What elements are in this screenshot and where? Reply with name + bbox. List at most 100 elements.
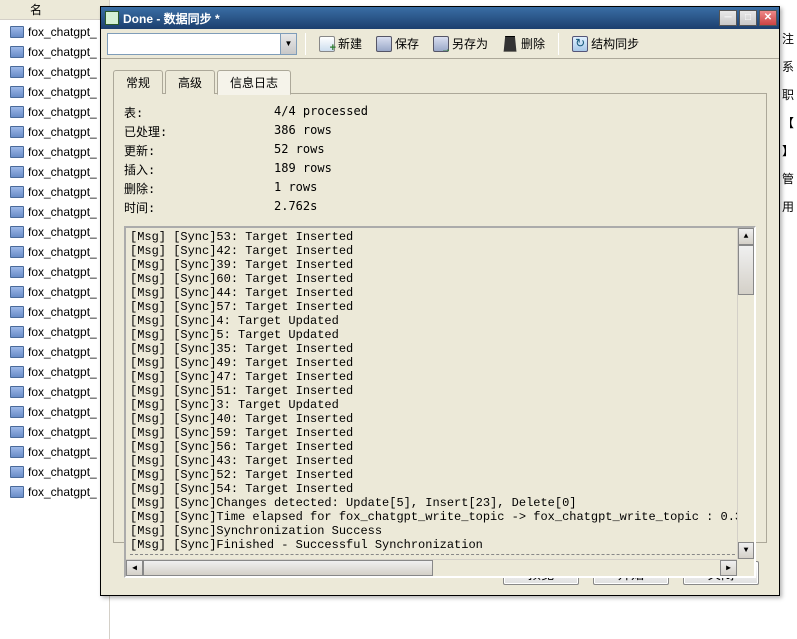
tab-general[interactable]: 常规 bbox=[113, 70, 163, 94]
log-content: [Msg] [Sync]53: Target Inserted [Msg] [S… bbox=[126, 228, 754, 559]
tree-header-name[interactable]: 名 bbox=[0, 0, 109, 20]
table-icon bbox=[10, 146, 24, 158]
tab-content-log: 表: 4/4 processed 已处理: 386 rows 更新: 52 ro… bbox=[113, 93, 767, 543]
stat-label-updated: 更新: bbox=[124, 142, 274, 159]
table-row[interactable]: fox_chatgpt_ bbox=[0, 302, 109, 322]
save-button[interactable]: 保存 bbox=[371, 32, 424, 55]
table-row[interactable]: fox_chatgpt_ bbox=[0, 382, 109, 402]
table-icon bbox=[10, 126, 24, 138]
toolbar: ▼ 新建 保存 另存为 删除 结构同步 bbox=[101, 29, 779, 59]
table-icon bbox=[10, 406, 24, 418]
table-icon bbox=[10, 366, 24, 378]
table-icon bbox=[10, 86, 24, 98]
profile-dropdown-text bbox=[108, 34, 280, 54]
table-icon bbox=[10, 166, 24, 178]
table-tree-panel: 名 fox_chatgpt_fox_chatgpt_fox_chatgpt_fo… bbox=[0, 0, 110, 639]
new-icon bbox=[319, 36, 335, 52]
titlebar[interactable]: Done - 数据同步 * ─ □ ✕ bbox=[101, 7, 779, 29]
table-row[interactable]: fox_chatgpt_ bbox=[0, 242, 109, 262]
profile-dropdown[interactable]: ▼ bbox=[107, 33, 297, 55]
table-row[interactable]: fox_chatgpt_ bbox=[0, 462, 109, 482]
table-icon bbox=[10, 26, 24, 38]
chevron-down-icon[interactable]: ▼ bbox=[280, 34, 296, 54]
scroll-corner bbox=[737, 559, 754, 576]
stat-value-processed: 386 rows bbox=[274, 123, 756, 140]
stat-label-table: 表: bbox=[124, 104, 274, 121]
table-row[interactable]: fox_chatgpt_ bbox=[0, 42, 109, 62]
table-row[interactable]: fox_chatgpt_ bbox=[0, 182, 109, 202]
table-row[interactable]: fox_chatgpt_ bbox=[0, 122, 109, 142]
table-row[interactable]: fox_chatgpt_ bbox=[0, 162, 109, 182]
table-icon bbox=[10, 266, 24, 278]
save-as-button[interactable]: 另存为 bbox=[428, 32, 493, 55]
table-row[interactable]: fox_chatgpt_ bbox=[0, 142, 109, 162]
table-icon bbox=[10, 46, 24, 58]
table-row[interactable]: fox_chatgpt_ bbox=[0, 442, 109, 462]
stat-value-updated: 52 rows bbox=[274, 142, 756, 159]
table-row[interactable]: fox_chatgpt_ bbox=[0, 62, 109, 82]
table-icon bbox=[10, 186, 24, 198]
save-as-icon bbox=[433, 36, 449, 52]
table-row[interactable]: fox_chatgpt_ bbox=[0, 202, 109, 222]
new-button[interactable]: 新建 bbox=[314, 32, 367, 55]
table-icon bbox=[10, 426, 24, 438]
table-icon bbox=[10, 106, 24, 118]
vscroll-thumb[interactable] bbox=[738, 245, 754, 295]
table-row[interactable]: fox_chatgpt_ bbox=[0, 322, 109, 342]
stats-grid: 表: 4/4 processed 已处理: 386 rows 更新: 52 ro… bbox=[124, 104, 756, 216]
table-icon bbox=[10, 66, 24, 78]
table-icon bbox=[10, 386, 24, 398]
stat-value-deleted: 1 rows bbox=[274, 180, 756, 197]
horizontal-scrollbar[interactable]: ◀ ▶ bbox=[126, 559, 737, 576]
table-row[interactable]: fox_chatgpt_ bbox=[0, 482, 109, 502]
table-icon bbox=[10, 286, 24, 298]
stat-label-inserted: 插入: bbox=[124, 161, 274, 178]
right-panel-fragment: 注系职【】管用 bbox=[782, 0, 797, 639]
table-row[interactable]: fox_chatgpt_ bbox=[0, 342, 109, 362]
minimize-button[interactable]: ─ bbox=[719, 10, 737, 26]
table-icon bbox=[10, 446, 24, 458]
table-icon bbox=[10, 246, 24, 258]
sync-dialog: Done - 数据同步 * ─ □ ✕ ▼ 新建 保存 另存为 删除 bbox=[100, 6, 780, 596]
structure-sync-button[interactable]: 结构同步 bbox=[567, 32, 644, 55]
tab-log[interactable]: 信息日志 bbox=[217, 70, 291, 95]
tab-advanced[interactable]: 高级 bbox=[165, 70, 215, 94]
window-title: Done - 数据同步 * bbox=[123, 10, 719, 27]
trash-icon bbox=[502, 36, 518, 52]
table-row[interactable]: fox_chatgpt_ bbox=[0, 82, 109, 102]
log-textarea[interactable]: [Msg] [Sync]53: Target Inserted [Msg] [S… bbox=[124, 226, 756, 578]
table-row[interactable]: fox_chatgpt_ bbox=[0, 262, 109, 282]
stat-value-table: 4/4 processed bbox=[274, 104, 756, 121]
maximize-button[interactable]: □ bbox=[739, 10, 757, 26]
stat-label-time: 时间: bbox=[124, 199, 274, 216]
scroll-up-button[interactable]: ▲ bbox=[738, 228, 754, 245]
table-row[interactable]: fox_chatgpt_ bbox=[0, 422, 109, 442]
table-row[interactable]: fox_chatgpt_ bbox=[0, 22, 109, 42]
save-icon bbox=[376, 36, 392, 52]
table-icon bbox=[10, 346, 24, 358]
scroll-down-button[interactable]: ▼ bbox=[738, 542, 754, 559]
hscroll-thumb[interactable] bbox=[143, 560, 433, 576]
table-icon bbox=[10, 486, 24, 498]
scroll-left-button[interactable]: ◀ bbox=[126, 560, 143, 576]
stat-value-inserted: 189 rows bbox=[274, 161, 756, 178]
window-icon bbox=[105, 11, 119, 25]
table-icon bbox=[10, 466, 24, 478]
sync-icon bbox=[572, 36, 588, 52]
table-icon bbox=[10, 326, 24, 338]
tab-strip: 常规 高级 信息日志 bbox=[101, 59, 779, 93]
table-row[interactable]: fox_chatgpt_ bbox=[0, 102, 109, 122]
stat-value-time: 2.762s bbox=[274, 199, 756, 216]
table-row[interactable]: fox_chatgpt_ bbox=[0, 402, 109, 422]
vertical-scrollbar[interactable]: ▲ ▼ bbox=[737, 228, 754, 559]
delete-button[interactable]: 删除 bbox=[497, 32, 550, 55]
table-icon bbox=[10, 226, 24, 238]
table-icon bbox=[10, 306, 24, 318]
table-row[interactable]: fox_chatgpt_ bbox=[0, 282, 109, 302]
table-icon bbox=[10, 206, 24, 218]
table-row[interactable]: fox_chatgpt_ bbox=[0, 362, 109, 382]
scroll-right-button[interactable]: ▶ bbox=[720, 560, 737, 576]
close-window-button[interactable]: ✕ bbox=[759, 10, 777, 26]
table-row[interactable]: fox_chatgpt_ bbox=[0, 222, 109, 242]
stat-label-processed: 已处理: bbox=[124, 123, 274, 140]
